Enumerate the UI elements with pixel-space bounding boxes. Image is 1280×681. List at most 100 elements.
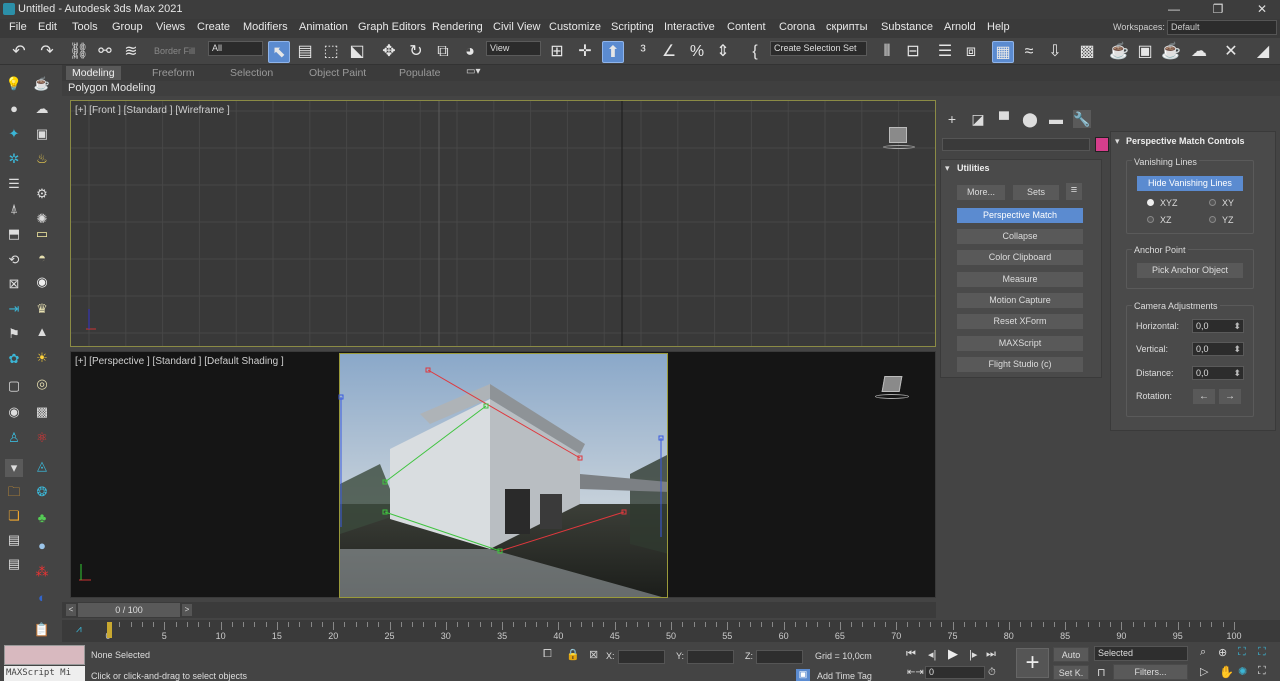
polygon-modeling-label[interactable]: Polygon Modeling bbox=[68, 82, 155, 94]
edit-named-sets-icon[interactable]: { bbox=[744, 41, 766, 63]
orbit-icon[interactable]: ✺ bbox=[1238, 665, 1247, 678]
pick-anchor-object-button[interactable]: Pick Anchor Object bbox=[1136, 262, 1244, 279]
gear-blue-icon[interactable]: ❂ bbox=[33, 483, 51, 501]
sun-icon[interactable]: ☀ bbox=[33, 349, 51, 367]
sphere-light-icon[interactable]: ◉ bbox=[33, 273, 51, 291]
menu-help[interactable]: Help bbox=[987, 21, 1010, 33]
keyboard-shortcut-icon[interactable]: ⬆ bbox=[602, 41, 624, 63]
viewport-front[interactable]: [+] [Front ] [Standard ] [Wireframe ] bbox=[70, 100, 936, 347]
key-tangents-icon[interactable]: ⊓ bbox=[1097, 666, 1106, 679]
snaps-icon[interactable]: ³ bbox=[632, 41, 654, 63]
tab-populate[interactable]: Populate bbox=[393, 66, 446, 80]
expand-icon[interactable]: ▾ bbox=[5, 459, 23, 477]
ref-coord-dropdown[interactable]: View bbox=[486, 41, 541, 56]
fov-icon[interactable]: ▷ bbox=[1200, 665, 1208, 678]
time-next-icon[interactable]: > bbox=[182, 604, 192, 616]
sets-button[interactable]: Sets bbox=[1012, 184, 1060, 201]
teapot-icon[interactable]: ☕ bbox=[33, 75, 51, 93]
color-spheres-icon[interactable]: ⁂ bbox=[33, 563, 51, 581]
rotate-left-icon[interactable]: ← bbox=[1192, 388, 1216, 405]
motion-tab-icon[interactable]: ⬤ bbox=[1021, 110, 1039, 128]
motion-capture-button[interactable]: Motion Capture bbox=[956, 292, 1084, 309]
key-filters-button[interactable]: Filters... bbox=[1113, 664, 1188, 680]
color-clipboard-button[interactable]: Color Clipboard bbox=[956, 249, 1084, 266]
viewport-perspective[interactable]: [+] [Perspective ] [Standard ] [Default … bbox=[70, 351, 936, 598]
render-cloud-icon[interactable]: ☁ bbox=[1188, 41, 1210, 63]
target-icon[interactable]: ⊠ bbox=[5, 275, 23, 293]
more-button[interactable]: More... bbox=[956, 184, 1006, 201]
frame-icon[interactable]: ▢ bbox=[5, 377, 23, 395]
lock-icon[interactable]: 🔒 bbox=[566, 648, 580, 661]
menu-tools[interactable]: Tools bbox=[72, 21, 98, 33]
x-coordinate-field[interactable] bbox=[618, 650, 665, 664]
radio-yz[interactable] bbox=[1209, 216, 1216, 223]
close-icon[interactable]: ✕ bbox=[1252, 2, 1272, 16]
workspaces-dropdown[interactable]: Default bbox=[1167, 20, 1277, 35]
list-icon[interactable]: ☰ bbox=[5, 175, 23, 193]
y-coordinate-field[interactable] bbox=[687, 650, 734, 664]
tab-selection[interactable]: Selection bbox=[224, 66, 279, 80]
prev-frame-icon[interactable]: ◂| bbox=[928, 648, 936, 661]
bind-space-warp-icon[interactable]: ≋ bbox=[120, 41, 142, 63]
maxscript-button[interactable]: MAXScript bbox=[956, 335, 1084, 352]
menu-content[interactable]: Content bbox=[727, 21, 766, 33]
light-cone-icon[interactable]: ⚑ bbox=[5, 325, 23, 343]
cloud-icon[interactable]: ☁ bbox=[33, 100, 51, 118]
rect-light-icon[interactable]: ▭ bbox=[33, 225, 51, 243]
rendered-frame-icon[interactable]: ▣ bbox=[1134, 41, 1156, 63]
scatter-icon[interactable]: ✲ bbox=[5, 150, 23, 168]
tab-object-paint[interactable]: Object Paint bbox=[303, 66, 372, 80]
curve-editor-icon[interactable]: ≈ bbox=[1018, 41, 1040, 63]
schematic-view-icon[interactable]: ⇩ bbox=[1044, 41, 1066, 63]
current-frame-marker[interactable] bbox=[107, 622, 112, 638]
distance-spinner[interactable]: 0,0 bbox=[1192, 366, 1244, 380]
document-edit-icon[interactable]: ▤ bbox=[5, 555, 23, 573]
grid-object-icon[interactable]: ▩ bbox=[33, 403, 51, 421]
rotation-icon[interactable]: ⟲ bbox=[5, 251, 23, 269]
select-manipulate-icon[interactable]: ✛ bbox=[574, 41, 596, 63]
selection-key-filter-dropdown[interactable]: Selected bbox=[1094, 646, 1188, 661]
modify-tab-icon[interactable]: ◪ bbox=[969, 110, 987, 128]
triangle-icon[interactable]: ◬ bbox=[33, 457, 51, 475]
configure-sets-icon[interactable]: ≡ bbox=[1065, 182, 1083, 201]
set-key-icon[interactable]: + bbox=[1016, 648, 1049, 678]
hair-icon[interactable]: ✿ bbox=[5, 350, 23, 368]
eye-icon[interactable]: ◉ bbox=[5, 403, 23, 421]
perspective-match-button[interactable]: Perspective Match bbox=[956, 207, 1084, 224]
menu-arnold[interactable]: Arnold bbox=[944, 21, 976, 33]
isolate-icon[interactable]: ⧠ bbox=[543, 648, 552, 661]
menu-file[interactable]: File bbox=[9, 21, 27, 33]
arnold-icon[interactable]: ◢ bbox=[1252, 41, 1274, 63]
scale-icon[interactable]: ⧉ bbox=[432, 41, 454, 63]
menu-rendering[interactable]: Rendering bbox=[432, 21, 483, 33]
collapse-button[interactable]: Collapse bbox=[956, 228, 1084, 245]
selection-set-dropdown[interactable]: Create Selection Set bbox=[770, 41, 867, 56]
track-bar[interactable]: ⩘ 05101520253035404550556065707580859095… bbox=[62, 620, 1280, 642]
play-icon[interactable]: ▶ bbox=[948, 646, 958, 662]
portal-light-icon[interactable]: ◎ bbox=[33, 375, 51, 393]
zoom-icon[interactable]: ⌕ bbox=[1200, 646, 1206, 659]
molecule-icon[interactable]: ⚛ bbox=[33, 429, 51, 447]
percent-snap-icon[interactable]: % bbox=[686, 41, 708, 63]
document-icon[interactable]: ▤ bbox=[5, 531, 23, 549]
z-coordinate-field[interactable] bbox=[756, 650, 803, 664]
time-prev-icon[interactable]: < bbox=[66, 604, 76, 616]
utilities-tab-icon[interactable]: 🔧 bbox=[1073, 110, 1091, 128]
measure-button[interactable]: Measure bbox=[956, 271, 1084, 288]
menu-graph-editors[interactable]: Graph Editors bbox=[358, 21, 426, 33]
display-tab-icon[interactable]: ▬ bbox=[1047, 110, 1065, 128]
time-slider-thumb[interactable]: 0 / 100 bbox=[78, 603, 180, 617]
object-color-swatch[interactable] bbox=[1095, 137, 1109, 152]
selection-filter-dropdown[interactable]: All bbox=[208, 41, 263, 56]
material-editor-icon[interactable]: ▩ bbox=[1076, 41, 1098, 63]
render-setup-icon[interactable]: ☕ bbox=[1108, 41, 1130, 63]
front-viewport-label[interactable]: [+] [Front ] [Standard ] [Wireframe ] bbox=[75, 105, 230, 116]
menu-scripts[interactable]: скрипты bbox=[826, 21, 867, 33]
viewcube-perspective-icon[interactable] bbox=[875, 374, 909, 400]
menu-civil-view[interactable]: Civil View bbox=[493, 21, 540, 33]
render-icon[interactable]: ☕ bbox=[1160, 41, 1182, 63]
menu-views[interactable]: Views bbox=[156, 21, 185, 33]
plant-icon[interactable]: ♣ bbox=[33, 509, 51, 527]
object-name-field[interactable] bbox=[942, 138, 1090, 151]
goto-end-icon[interactable]: ⏭ bbox=[986, 648, 996, 661]
